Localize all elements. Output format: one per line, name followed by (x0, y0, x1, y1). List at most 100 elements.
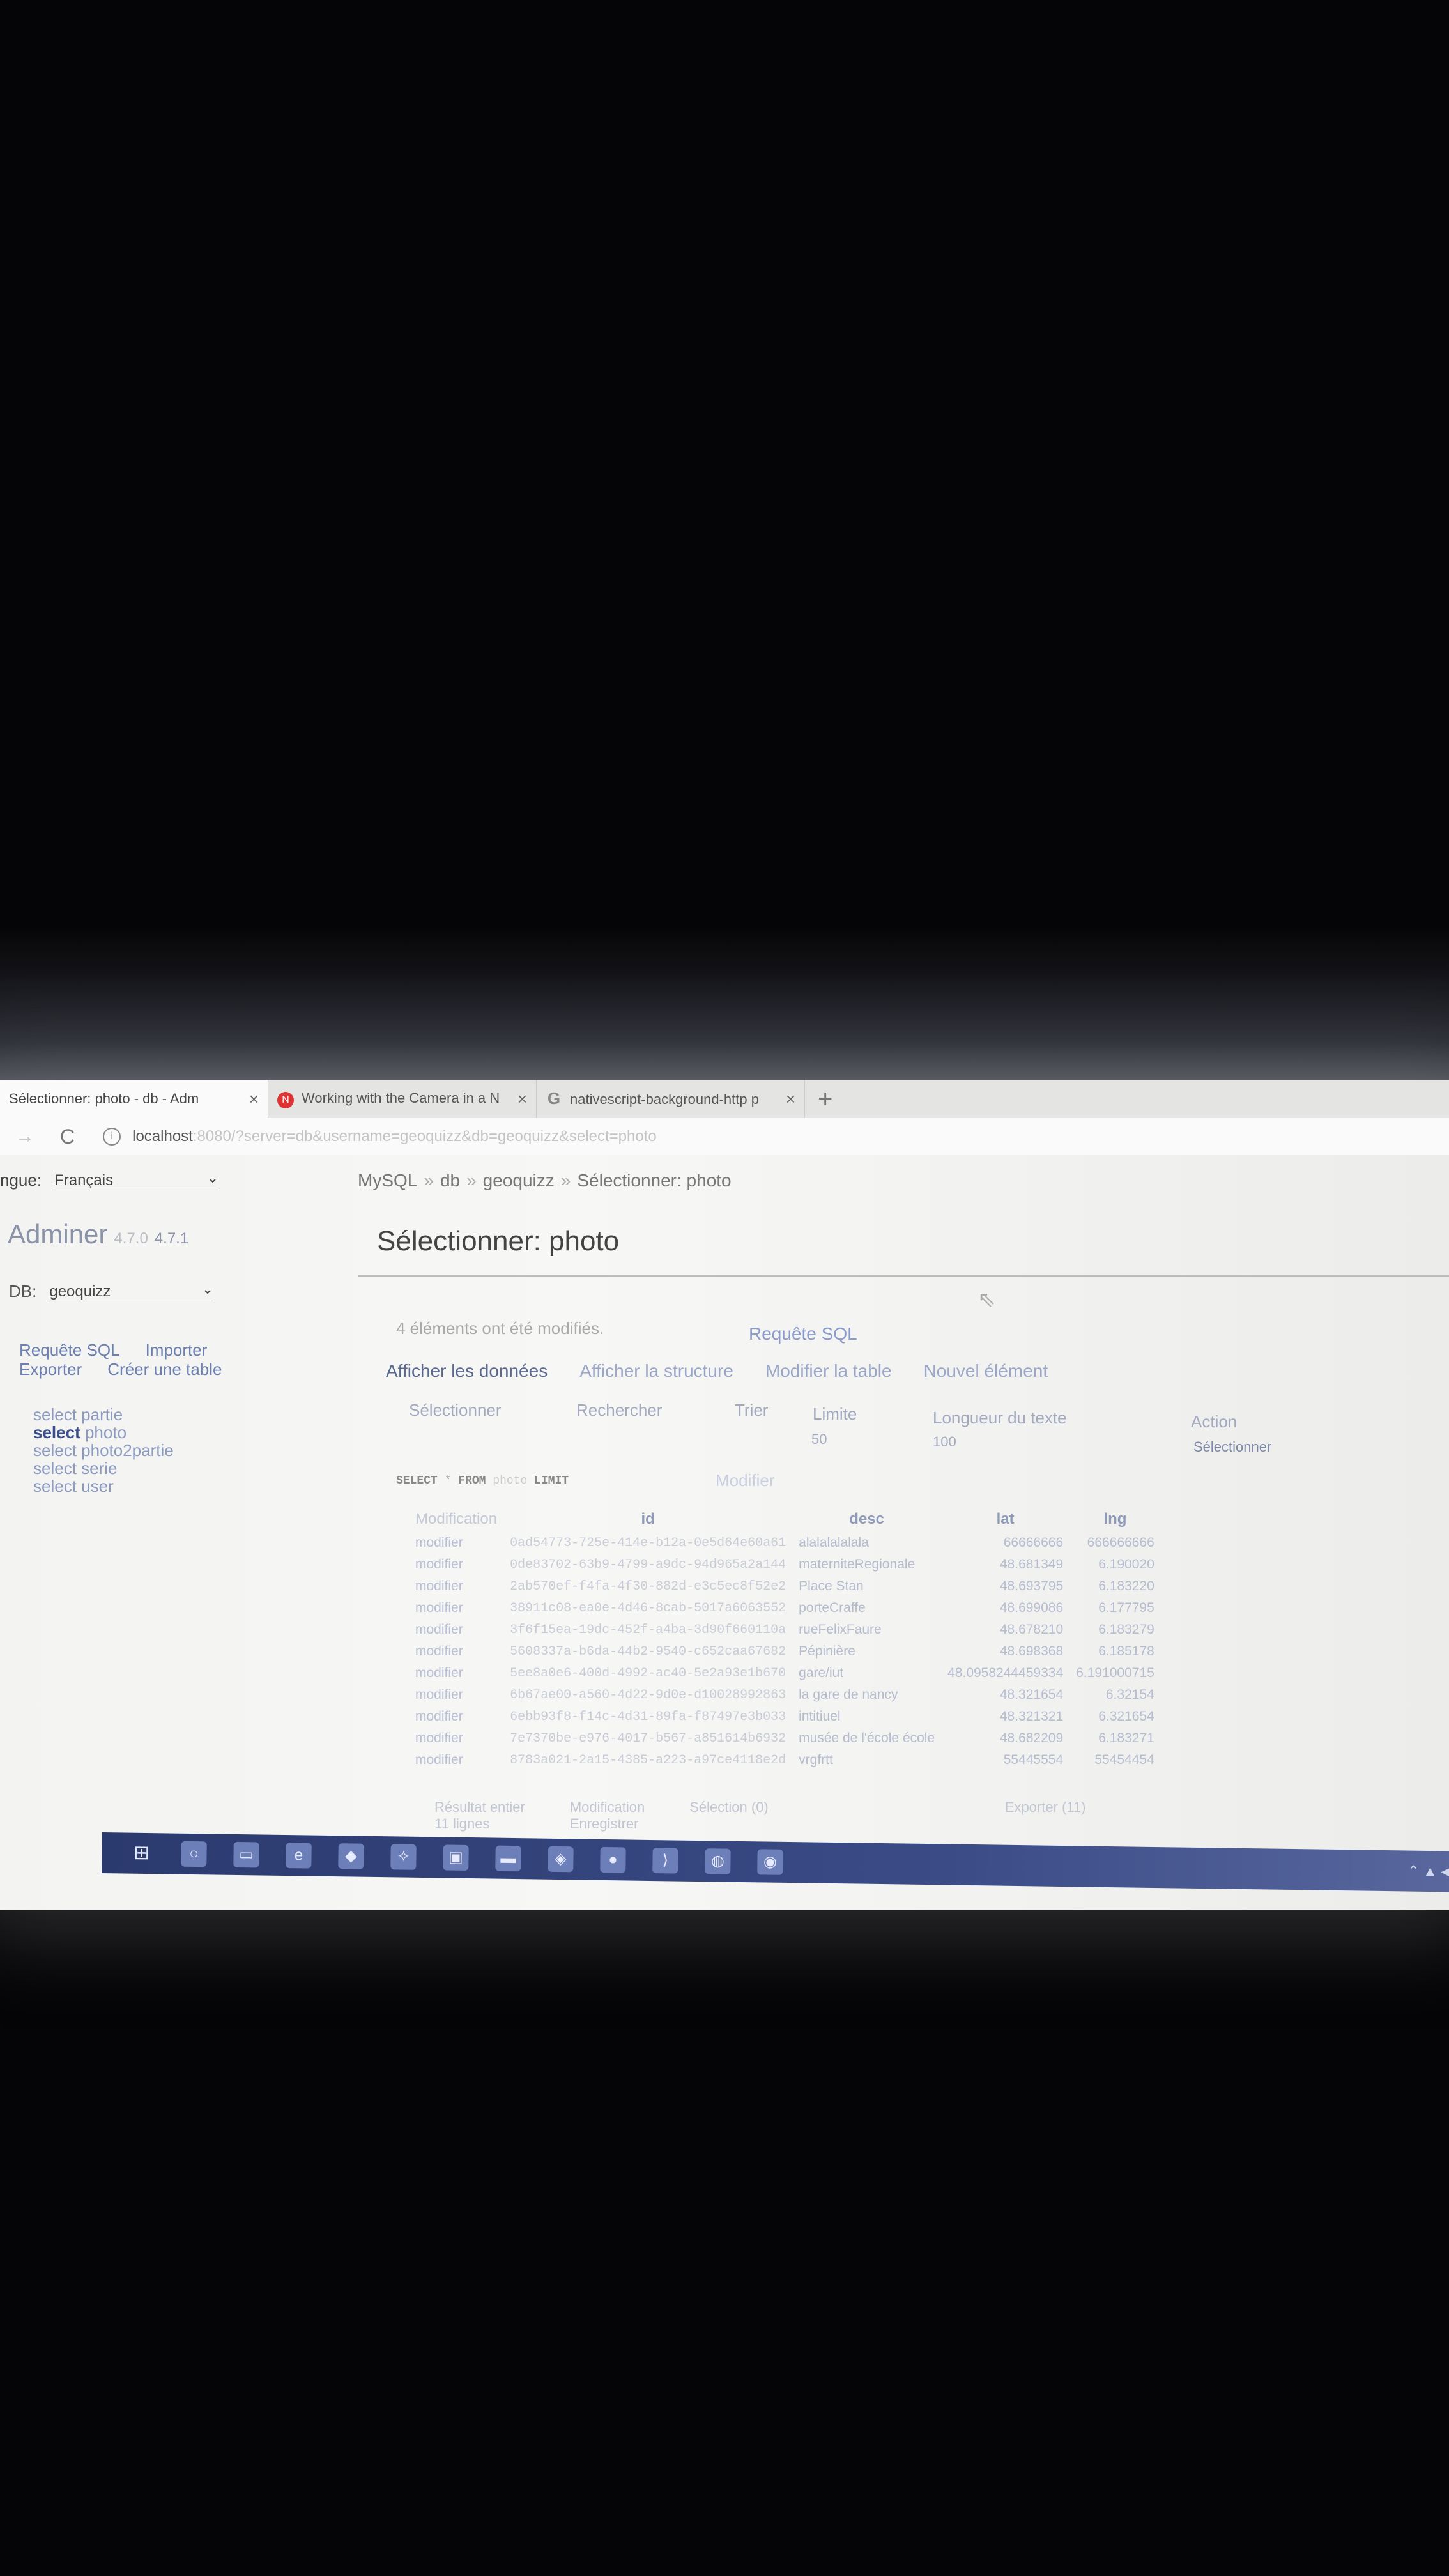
text-length-input[interactable]: 100 (933, 1434, 956, 1450)
table-header: Modification id desc lat lng (409, 1506, 1161, 1532)
sql-query-link[interactable]: Requête SQL (19, 1340, 120, 1360)
vscode-icon[interactable]: ⟩ (652, 1848, 678, 1874)
url-host[interactable]: localhost (132, 1128, 193, 1146)
monitor-screen: Sélectionner: photo - db - Adm × N Workin… (0, 1080, 1449, 1910)
sidebar-item-partie[interactable]: select partie (33, 1406, 174, 1423)
selection-label: Sélection (0) (689, 1799, 769, 1815)
network-icon[interactable]: ✧ (390, 1844, 417, 1870)
crumb-geoquizz[interactable]: geoquizz (483, 1170, 555, 1190)
cell-id: 8783a021-2a15-4385-a223-a97ce4118e2d (510, 1752, 786, 1768)
app3-icon[interactable]: ◉ (757, 1849, 783, 1875)
taskview-icon[interactable]: ▭ (233, 1841, 259, 1868)
edit-row-link[interactable]: modifier (409, 1619, 503, 1641)
chrome-icon[interactable]: ● (600, 1846, 626, 1873)
version-new[interactable]: 4.7.1 (155, 1230, 188, 1247)
edit-row-link[interactable]: modifier (409, 1641, 503, 1662)
git-icon[interactable]: ◈ (548, 1846, 574, 1873)
edit-row-link[interactable]: modifier (409, 1749, 503, 1771)
edit-row-link[interactable]: modifier (409, 1532, 503, 1554)
select-columns-toggle[interactable]: Sélectionner (409, 1400, 502, 1420)
cell-lng: 55454454 (1094, 1752, 1154, 1767)
tab-nativescript-camera[interactable]: N Working with the Camera in a N × (268, 1080, 537, 1118)
tab-nativescript-http[interactable]: Gnativescript-background-http p × (537, 1080, 805, 1118)
new-tab-button[interactable]: + (818, 1085, 832, 1114)
visual-studio-icon[interactable]: ◆ (338, 1843, 364, 1869)
cell-id: 6b67ae00-a560-4d22-9d0e-d10028992863 (510, 1687, 786, 1703)
edge-icon[interactable]: e (286, 1843, 312, 1869)
export-link[interactable]: Exporter (19, 1360, 82, 1379)
edit-row-link[interactable]: modifier (409, 1728, 503, 1749)
crumb-db[interactable]: db (440, 1170, 460, 1190)
cell-desc: Pépinière (799, 1644, 855, 1659)
language-label: ngue: (0, 1170, 42, 1190)
edit-row-link[interactable]: modifier (409, 1662, 503, 1684)
column-header-id[interactable]: id (503, 1506, 792, 1532)
save-button[interactable]: Enregistrer (570, 1816, 645, 1832)
edit-query-link[interactable]: Modifier (716, 1471, 774, 1491)
info-icon[interactable]: i (103, 1128, 121, 1146)
crumb-mysql[interactable]: MySQL (358, 1170, 417, 1190)
cell-id: 5ee8a0e6-400d-4992-ac40-5e2a93e1b670 (510, 1666, 786, 1681)
search-toggle[interactable]: Rechercher (576, 1400, 662, 1420)
table-row: modifier 7e7370be-e976-4017-b567-a851614b… (409, 1728, 1161, 1749)
close-icon[interactable]: × (518, 1089, 527, 1109)
windows-icon[interactable]: ⊞ (128, 1841, 155, 1867)
cell-desc: porteCraffe (799, 1600, 866, 1615)
table-row: modifier 0de83702-63b9-4799-a9dc-94d965a2… (409, 1554, 1161, 1575)
edit-row-link[interactable]: modifier (409, 1597, 503, 1619)
forward-icon[interactable]: → (15, 1126, 34, 1147)
table-row: modifier 5608337a-b6da-44b2-9540-c652caa6… (409, 1641, 1161, 1662)
close-icon[interactable]: × (249, 1089, 259, 1109)
tab-show-structure[interactable]: Afficher la structure (579, 1361, 733, 1381)
folder-icon[interactable]: ▬ (495, 1845, 521, 1872)
tab-new-item[interactable]: Nouvel élément (924, 1361, 1048, 1381)
edit-row-link[interactable]: modifier (409, 1554, 503, 1575)
table-body: modifier 0ad54773-725e-414e-b12a-0e5d64e6… (409, 1532, 1161, 1771)
table-row: modifier 8783a021-2a15-4385-a223-a97ce411… (409, 1749, 1161, 1771)
edit-row-link[interactable]: modifier (409, 1575, 503, 1597)
action-label: Action (1191, 1412, 1238, 1431)
table-list: select partie select photo select photo2… (33, 1406, 174, 1495)
column-header-modification[interactable]: Modification (409, 1506, 503, 1532)
page-title: Sélectionner: photo (377, 1225, 620, 1257)
url-path[interactable]: :8080/?server=db&username=geoquizz&db=ge… (193, 1128, 657, 1146)
edit-row-link[interactable]: modifier (409, 1684, 503, 1706)
cell-lat: 48.0958244459334 (947, 1666, 1064, 1680)
sql-query-message-link[interactable]: Requête SQL (749, 1324, 857, 1344)
cell-lng: 6.185178 (1098, 1644, 1154, 1659)
tab-show-data[interactable]: Afficher les données (386, 1361, 548, 1381)
column-header-desc[interactable]: desc (792, 1506, 941, 1532)
sidebar-item-photo2partie[interactable]: select photo2partie (33, 1441, 174, 1459)
cell-lat: 66666666 (1003, 1535, 1064, 1550)
limit-input[interactable]: 50 (811, 1431, 827, 1448)
import-link[interactable]: Importer (146, 1340, 208, 1360)
tab-adminer[interactable]: Sélectionner: photo - db - Adm × (0, 1080, 268, 1118)
whole-result-link[interactable]: Résultat entier (434, 1799, 525, 1816)
results-footer: Résultat entier 11 lignes Modification Enr… (434, 1799, 1086, 1832)
sidebar-item-serie[interactable]: select serie (33, 1459, 174, 1477)
column-header-lng[interactable]: lng (1070, 1506, 1161, 1532)
close-icon[interactable]: × (786, 1089, 795, 1109)
column-header-lat[interactable]: lat (941, 1506, 1070, 1532)
adminer-logo[interactable]: Adminer 4.7.0 4.7.1 (8, 1219, 188, 1250)
app2-icon[interactable]: ◍ (705, 1848, 731, 1874)
reload-icon[interactable]: C (60, 1125, 75, 1149)
sidebar-item-photo[interactable]: select photo (33, 1423, 174, 1441)
edit-row-link[interactable]: modifier (409, 1706, 503, 1728)
address-bar: → C i localhost:8080/?server=db&username… (0, 1118, 1449, 1155)
select-button[interactable]: Sélectionner (1193, 1439, 1271, 1455)
cell-desc: rueFelixFaure (799, 1622, 882, 1637)
sort-toggle[interactable]: Trier (735, 1400, 768, 1420)
sidebar-item-user[interactable]: select user (33, 1477, 174, 1495)
cell-id: 3f6f15ea-19dc-452f-a4ba-3d90f660110a (510, 1622, 786, 1637)
language-select[interactable]: Français (52, 1170, 218, 1190)
system-tray[interactable]: ⌃ ▲ ◀ ▦ (1407, 1863, 1449, 1880)
export-link[interactable]: Exporter (11) (1005, 1799, 1086, 1832)
app-icon[interactable]: ▣ (443, 1844, 469, 1871)
cell-lng: 6.183220 (1098, 1579, 1154, 1593)
cortana-icon[interactable]: ○ (181, 1841, 207, 1867)
table-row: modifier 6b67ae00-a560-4d22-9d0e-d1002899… (409, 1684, 1161, 1706)
tab-alter-table[interactable]: Modifier la table (765, 1361, 892, 1381)
database-select[interactable]: geoquizz (47, 1282, 213, 1301)
create-table-link[interactable]: Créer une table (107, 1360, 222, 1379)
